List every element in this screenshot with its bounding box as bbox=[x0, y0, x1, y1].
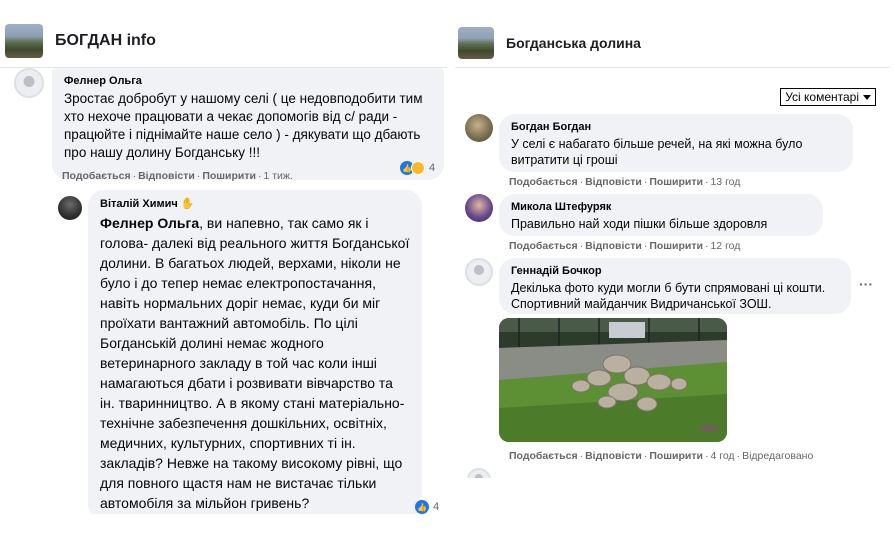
share-link[interactable]: Поширити bbox=[202, 170, 256, 182]
avatar[interactable] bbox=[465, 114, 493, 142]
comment-bubble: Микола Штефуряк Правильно най ходи пішки… bbox=[499, 194, 823, 236]
reply-link[interactable]: Відповісти bbox=[138, 170, 195, 182]
reply-link[interactable]: Відповісти bbox=[585, 240, 642, 252]
comment-actions: Подобається · Відповісти · Поширити · 4 год · Ві… bbox=[509, 450, 814, 462]
like-link[interactable]: Подобається bbox=[62, 170, 131, 182]
comment-time[interactable]: 4 год bbox=[710, 450, 734, 462]
reaction-count: 4 bbox=[433, 501, 440, 513]
page-title[interactable]: БОГДАН info bbox=[55, 32, 156, 50]
share-link[interactable]: Поширити bbox=[649, 450, 703, 462]
more-options-icon[interactable]: ··· bbox=[859, 276, 873, 292]
comment-time[interactable]: 12 год bbox=[710, 240, 740, 252]
comment-time[interactable]: 1 тиж. bbox=[263, 170, 292, 182]
comment-text: У селі є набагато більше речей, на які м… bbox=[511, 137, 803, 167]
edited-label[interactable]: Відредаговано bbox=[742, 450, 813, 462]
page-avatar[interactable] bbox=[5, 23, 43, 58]
avatar[interactable] bbox=[14, 68, 44, 98]
reply-bubble: Віталій Химич ✋ Фелнер Ольга, ви напевно… bbox=[88, 190, 422, 514]
comment-sort-dropdown[interactable]: Усі коментарі bbox=[780, 88, 876, 106]
reaction-summary[interactable]: 👍 4 bbox=[400, 161, 435, 175]
left-comments-panel: БОГДАН info Фелнер Ольга Зростає добробу… bbox=[0, 14, 447, 514]
comment-actions: Подобається · Відповісти · Поширити · 12 год bbox=[509, 240, 741, 252]
comment-author[interactable]: Геннадій Бочкор bbox=[511, 265, 839, 277]
haha-reaction-icon bbox=[411, 161, 425, 175]
right-page-header: Богданська долина bbox=[455, 18, 890, 68]
wave-icon: ✋ bbox=[180, 198, 195, 210]
like-link[interactable]: Подобається bbox=[509, 240, 578, 252]
comment-actions: Подобається · Відповісти · Поширити · 1 тиж. bbox=[62, 170, 293, 182]
chevron-down-icon bbox=[863, 94, 871, 100]
like-link[interactable]: Подобається bbox=[509, 176, 578, 188]
comment-bubble: Фелнер Ольга Зростає добробут у нашому с… bbox=[52, 68, 444, 180]
avatar[interactable] bbox=[467, 468, 491, 478]
comment-text: Зростає добробут у нашому селі ( це недо… bbox=[64, 91, 423, 160]
right-comments-panel: Богданська долина Усі коментарі Богдан Б… bbox=[455, 18, 890, 478]
comment-time[interactable]: 13 год bbox=[710, 176, 740, 188]
reaction-summary[interactable]: 👍 4 bbox=[415, 500, 439, 514]
share-link[interactable]: Поширити bbox=[649, 176, 703, 188]
comment-bubble: Геннадій Бочкор Декілька фото куди могли… bbox=[499, 258, 851, 314]
comment-author[interactable]: Богдан Богдан bbox=[511, 121, 841, 133]
page-avatar[interactable] bbox=[458, 26, 494, 59]
avatar[interactable] bbox=[58, 196, 82, 220]
avatar[interactable] bbox=[465, 258, 493, 286]
mention-link[interactable]: Фелнер Ольга bbox=[100, 215, 199, 231]
reply-author[interactable]: Віталій Химич ✋ bbox=[100, 197, 410, 210]
comment-text: Декілька фото куди могли б бути спрямова… bbox=[511, 281, 826, 311]
sort-label: Усі коментарі bbox=[785, 90, 859, 104]
reaction-count: 4 bbox=[429, 162, 436, 174]
left-page-header: БОГДАН info bbox=[0, 14, 447, 68]
comment-actions: Подобається · Відповісти · Поширити · 13 год bbox=[509, 176, 741, 188]
comment-bubble: Богдан Богдан У селі є набагато більше р… bbox=[499, 114, 853, 172]
comment-author[interactable]: Фелнер Ольга bbox=[64, 75, 432, 87]
comment-photo[interactable] bbox=[499, 318, 727, 442]
share-link[interactable]: Поширити bbox=[649, 240, 703, 252]
like-reaction-icon: 👍 bbox=[415, 500, 429, 514]
comment-text: Правильно най ходи пішки більше здоровля bbox=[511, 217, 768, 231]
sports-ground-photo bbox=[499, 318, 727, 442]
comment-author[interactable]: Микола Штефуряк bbox=[511, 201, 811, 213]
reply-link[interactable]: Відповісти bbox=[585, 176, 642, 188]
like-link[interactable]: Подобається bbox=[509, 450, 578, 462]
page-title[interactable]: Богданська долина bbox=[506, 35, 641, 51]
reply-text: Фелнер Ольга, ви напевно, так само як і … bbox=[100, 215, 410, 511]
reply-link[interactable]: Відповісти bbox=[585, 450, 642, 462]
avatar[interactable] bbox=[465, 194, 493, 222]
